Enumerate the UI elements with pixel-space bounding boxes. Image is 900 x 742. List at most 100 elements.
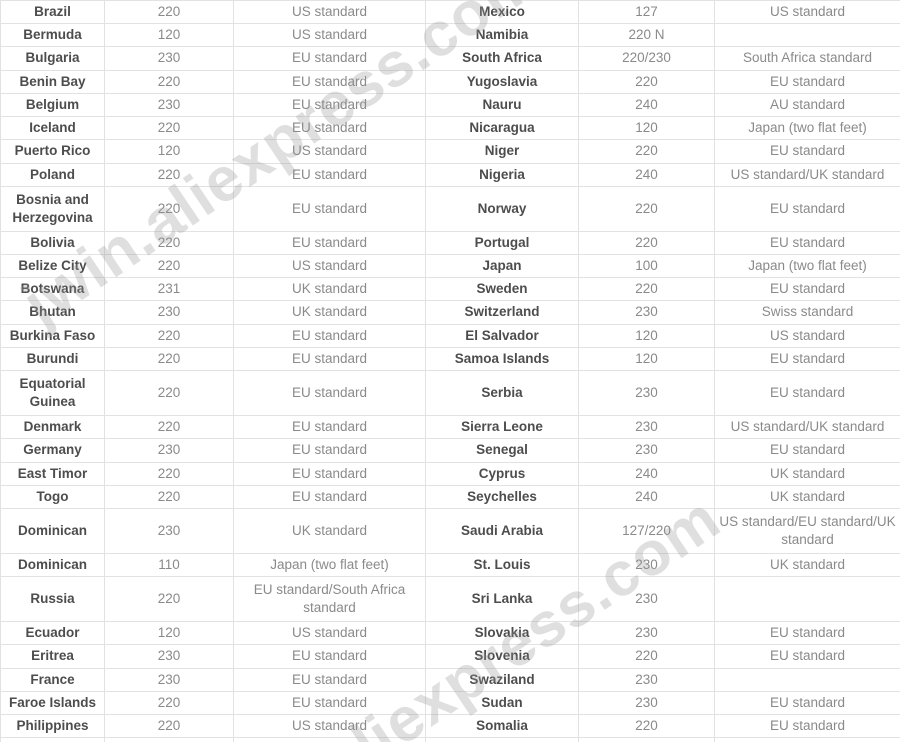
standard-cell-right: US standard/UK standard — [714, 415, 900, 440]
voltage-cell-left: 110 — [104, 552, 234, 578]
voltage-cell-right: 220 — [578, 277, 715, 302]
country-cell-right: Portugal — [425, 230, 579, 255]
country-cell-right: South Africa — [425, 46, 579, 71]
standard-cell-left: EU standard/South Africa standard — [233, 576, 426, 623]
standard-cell-left: US standard — [233, 139, 426, 164]
country-cell-right: Sri Lanka — [425, 576, 579, 623]
table-row: Bosnia and Herzegovina 220 EU standard Norw… — [0, 185, 900, 232]
voltage-cell-left: 220 — [104, 346, 234, 372]
voltage-cell-left: 220 — [104, 415, 234, 440]
table-row: Puerto Rico 120 US standard Niger 220 EU stan… — [0, 139, 900, 164]
standard-cell-right: US standard/UK standard — [714, 162, 900, 187]
standard-cell-right: EU standard — [714, 370, 900, 417]
standard-cell-right: EU standard — [714, 139, 900, 164]
standard-cell-right: EU standard — [714, 69, 900, 94]
table-row: Belize City 220 US standard Japan 100 Japan (… — [0, 253, 900, 279]
country-cell-left: Bulgaria — [0, 46, 105, 71]
voltage-cell-right: 220 — [578, 230, 715, 255]
standard-cell-right: US standard — [714, 0, 900, 25]
country-cell-left: Equatorial Guinea — [0, 370, 105, 417]
standard-cell-left: EU standard — [233, 230, 426, 255]
voltage-cell-left: 240 — [104, 737, 234, 742]
country-cell-right: Niger — [425, 139, 579, 164]
voltage-cell-left: 230 — [104, 46, 234, 71]
country-cell-left: Philippines — [0, 714, 105, 739]
country-cell-left: Denmark — [0, 415, 105, 440]
voltage-cell-right: 127/220 — [578, 507, 715, 554]
voltage-standards-table: Brazil 220 US standard Mexico 127 US standard… — [0, 0, 900, 742]
standard-cell-left: AU standard — [233, 737, 426, 742]
country-cell-left: Bosnia and Herzegovina — [0, 185, 105, 232]
standard-cell-right: UK standard — [714, 552, 900, 578]
table-row: Equatorial Guinea 220 EU standard Serbia 230… — [0, 370, 900, 417]
voltage-cell-left: 230 — [104, 644, 234, 669]
standard-cell-left: EU standard — [233, 644, 426, 669]
standard-cell-left: EU standard — [233, 370, 426, 417]
country-cell-left: Burundi — [0, 346, 105, 372]
country-cell-right: Sudan — [425, 690, 579, 716]
standard-cell-left: EU standard — [233, 415, 426, 440]
standard-cell-right: Swiss standard — [714, 300, 900, 325]
country-cell-right: Senegal — [425, 438, 579, 463]
standard-cell-left: EU standard — [233, 69, 426, 94]
standard-cell-left: US standard — [233, 621, 426, 646]
standard-cell-left: EU standard — [233, 46, 426, 71]
table-row: France 230 EU standard Swaziland 230 — [0, 667, 900, 692]
country-cell-right: Samoa Islands — [425, 346, 579, 372]
table-row: Bhutan 230 UK standard Switzerland 230 Swiss … — [0, 300, 900, 325]
standard-cell-left: UK standard — [233, 277, 426, 302]
voltage-cell-right: 220/230 — [578, 46, 715, 71]
standard-cell-left: US standard — [233, 714, 426, 739]
voltage-cell-left: 220 — [104, 576, 234, 623]
standard-cell-left: EU standard — [233, 667, 426, 692]
standard-cell-right: EU standard — [714, 714, 900, 739]
standard-cell-left: UK standard — [233, 507, 426, 554]
standard-cell-right: EU standard — [714, 346, 900, 372]
standard-cell-right: EU standard — [714, 185, 900, 232]
country-cell-right: Slovenia — [425, 644, 579, 669]
standard-cell-left: US standard — [233, 253, 426, 279]
voltage-cell-right: 230 — [578, 667, 715, 692]
country-cell-left: Bolivia — [0, 230, 105, 255]
country-cell-right: St. Louis — [425, 552, 579, 578]
table-row: Benin Bay 220 EU standard Yugoslavia 220 EU s… — [0, 69, 900, 94]
table-row: East Timor 220 EU standard Cyprus 240 UK stan… — [0, 461, 900, 486]
table-row: Denmark 220 EU standard Sierra Leone 230 US s… — [0, 415, 900, 440]
standard-cell-right: EU standard — [714, 230, 900, 255]
table-row: Burkina Faso 220 EU standard El Salvador 120… — [0, 323, 900, 348]
voltage-cell-left: 120 — [104, 139, 234, 164]
voltage-cell-left: 230 — [104, 438, 234, 463]
voltage-cell-left: 230 — [104, 92, 234, 118]
table-row: Eritrea 230 EU standard Slovenia 220 EU stand… — [0, 644, 900, 669]
table-row: Brazil 220 US standard Mexico 127 US standard — [0, 0, 900, 25]
voltage-cell-left: 220 — [104, 116, 234, 141]
table-row: Belgium 230 EU standard Nauru 240 AU standard — [0, 92, 900, 118]
standard-cell-left: EU standard — [233, 116, 426, 141]
country-cell-left: Belize City — [0, 253, 105, 279]
voltage-cell-left: 220 — [104, 714, 234, 739]
voltage-cell-right: 100 — [578, 253, 715, 279]
standard-cell-right — [714, 576, 900, 623]
country-cell-right: Mexico — [425, 0, 579, 25]
voltage-cell-left: 220 — [104, 253, 234, 279]
table-row: Faroe Islands 220 EU standard Sudan 230 EU st… — [0, 690, 900, 716]
standard-cell-right: EU standard — [714, 438, 900, 463]
country-cell-right: Yugoslavia — [425, 69, 579, 94]
standard-cell-right — [714, 667, 900, 692]
voltage-cell-right: 220 — [578, 737, 715, 742]
country-cell-right: Sierra Leone — [425, 415, 579, 440]
voltage-cell-right: 120 — [578, 116, 715, 141]
table-row: Dominican 110 Japan (two flat feet) St. Lou… — [0, 552, 900, 578]
standard-cell-left: UK standard — [233, 300, 426, 325]
voltage-cell-left: 120 — [104, 621, 234, 646]
table-row: Poland 220 EU standard Nigeria 240 US standar… — [0, 162, 900, 187]
table-row: Germany 230 EU standard Senegal 230 EU standa… — [0, 438, 900, 463]
country-cell-left: Benin Bay — [0, 69, 105, 94]
table-row: Bulgaria 230 EU standard South Africa 220/23… — [0, 46, 900, 71]
standard-cell-right: AU standard — [714, 92, 900, 118]
voltage-cell-left: 120 — [104, 23, 234, 48]
standard-cell-right: EU standard — [714, 644, 900, 669]
voltage-cell-right: 127 — [578, 0, 715, 25]
country-cell-right: Serbia — [425, 370, 579, 417]
standard-cell-left: EU standard — [233, 484, 426, 509]
